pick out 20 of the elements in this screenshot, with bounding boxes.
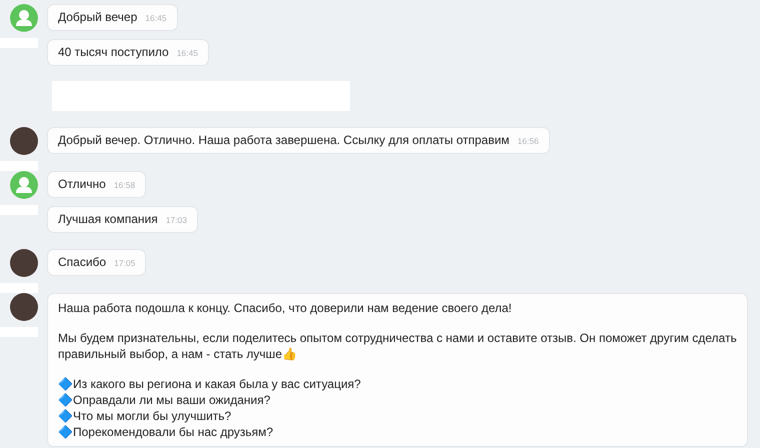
message-text: Добрый вечер. Отлично. Наша работа завершена. Ссылку для оплаты отправим	[58, 133, 510, 147]
name-placeholder	[0, 283, 38, 293]
message-text: Лучшая компания	[58, 212, 158, 226]
message-text: Спасибо	[58, 255, 106, 269]
message-text: 40 тысяч поступило	[58, 45, 169, 59]
message-time: 17:05	[114, 258, 136, 268]
message-text: Добрый вечер	[58, 10, 138, 24]
message-text: Мы будем признательны, если поделитесь опытом сотрудничества с нами и оставите отзыв. Он поможет другим сделать правильный выбор, а нам - стать лучше👍	[58, 330, 737, 362]
message-time: 16:58	[114, 180, 136, 190]
message-text: Наша работа подошла к концу. Спасибо, что доверили нам ведение своего дела!	[58, 300, 513, 316]
message-text: 🔷Порекомендовали бы нас друзьям?	[58, 424, 274, 440]
message-text: 🔷Оправдали ли мы ваши ожидания?	[58, 392, 272, 408]
name-placeholder	[0, 161, 38, 171]
message-text: 🔷Из какого вы региона и какая была у вас ситуация?	[58, 376, 362, 392]
message-time: 16:56	[517, 136, 539, 146]
message-text: Отлично	[58, 177, 106, 191]
message-time: 17:03	[166, 215, 187, 225]
message-text: 🔷Что мы могли бы улучшить?	[58, 408, 232, 424]
message-time: 16:45	[145, 13, 167, 23]
message-time: 16:45	[176, 48, 198, 58]
